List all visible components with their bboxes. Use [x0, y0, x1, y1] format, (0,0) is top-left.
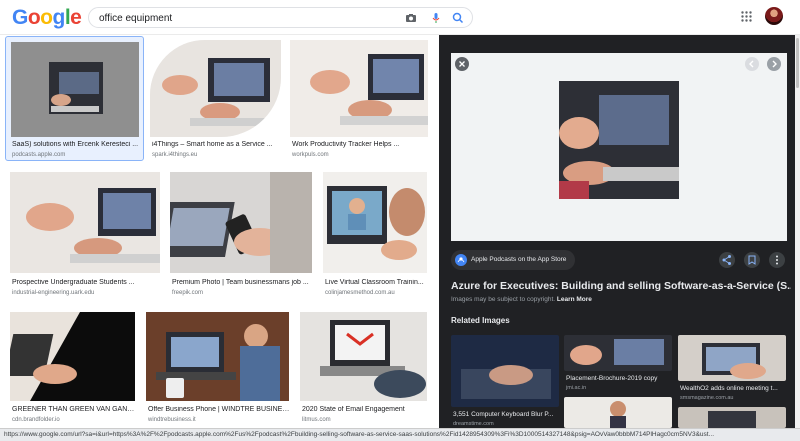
google-logo[interactable]: Google: [12, 6, 82, 30]
related-thumbnail[interactable]: [678, 407, 786, 428]
related-source: jmi.ac.in: [566, 385, 587, 391]
learn-more-link[interactable]: Learn More: [557, 296, 592, 303]
result-thumbnail[interactable]: [10, 312, 135, 401]
status-bar-url: https://www.google.com/url?sa=i&url=http…: [0, 428, 800, 441]
result-caption[interactable]: Live Virtual Classroom Trainin...: [325, 279, 427, 286]
image-preview-panel: Apple Podcasts on the App Store Azure fo…: [439, 35, 795, 428]
close-icon: [459, 61, 465, 67]
save-button[interactable]: [744, 252, 760, 268]
result-tile[interactable]: i4Things – Smart home as a Service ... s…: [150, 36, 282, 161]
share-icon: [722, 255, 731, 265]
copyright-text: Images may be subject to copyright.: [451, 296, 556, 303]
result-thumbnail[interactable]: [150, 40, 281, 137]
result-thumbnail[interactable]: [170, 172, 312, 273]
result-source: windtrebusiness.it: [148, 417, 196, 423]
result-source: workpuls.com: [292, 152, 329, 158]
result-thumbnail[interactable]: [10, 172, 160, 273]
bookmark-icon: [748, 255, 756, 265]
preview-image[interactable]: [559, 81, 679, 199]
related-caption[interactable]: Placement-Brochure-2019 copy: [566, 375, 672, 382]
related-thumbnail[interactable]: [678, 335, 786, 381]
copyright-note: Images may be subject to copyright. Lear…: [451, 296, 592, 303]
result-caption[interactable]: Premium Photo | Team businessmans job ..…: [172, 279, 312, 286]
result-tile[interactable]: 2020 State of Email Engagement litmus.co…: [300, 312, 430, 428]
related-thumbnail[interactable]: [564, 335, 672, 371]
related-image-tile[interactable]: WealthO2 adds online meeting t... smsmag…: [678, 335, 786, 428]
related-thumbnail[interactable]: [564, 397, 672, 428]
result-tile[interactable]: Offer Business Phone | WINDTRE BUSINESS …: [146, 312, 291, 428]
chevron-left-icon: [749, 60, 754, 68]
more-options-button[interactable]: [769, 252, 785, 268]
close-button[interactable]: [455, 57, 469, 71]
search-input[interactable]: [99, 10, 389, 26]
result-thumbnail[interactable]: [300, 312, 427, 401]
related-source: dreamstime.com: [453, 421, 494, 427]
result-caption[interactable]: 2020 State of Email Engagement: [302, 406, 428, 413]
previous-image-button[interactable]: [745, 57, 759, 71]
result-thumbnail[interactable]: [323, 172, 427, 273]
page-scrollbar[interactable]: [795, 35, 800, 428]
related-images-heading: Related Images: [451, 316, 510, 325]
result-thumbnail[interactable]: [146, 312, 289, 401]
podcast-icon: [455, 254, 467, 266]
more-vert-icon: [776, 255, 778, 265]
result-caption[interactable]: Work Productivity Tracker Helps ...: [292, 141, 426, 148]
result-source: colinjamesmethod.com.au: [325, 290, 395, 296]
scrollbar-thumb[interactable]: [796, 38, 799, 88]
result-source: podcasts.apple.com: [12, 152, 66, 158]
result-source: freepik.com: [172, 290, 204, 296]
search-icon[interactable]: [451, 11, 465, 25]
result-caption[interactable]: SaaS) solutions with Ercenk Keresteci ..…: [12, 141, 140, 148]
source-pill[interactable]: Apple Podcasts on the App Store: [451, 250, 575, 270]
related-caption[interactable]: 3,551 Computer Keyboard Blur P...: [453, 411, 559, 418]
result-caption[interactable]: Prospective Undergraduate Students ...: [12, 279, 158, 286]
result-tile[interactable]: Live Virtual Classroom Trainin... colinj…: [323, 172, 430, 302]
camera-icon[interactable]: [404, 11, 418, 25]
related-source: smsmagazine.com.au: [680, 395, 734, 401]
related-image-tile[interactable]: Placement-Brochure-2019 copy jmi.ac.in: [564, 335, 672, 428]
image-results-grid: SaaS) solutions with Ercenk Keresteci ..…: [0, 35, 436, 428]
related-image-tile[interactable]: 3,551 Computer Keyboard Blur P... dreams…: [451, 335, 559, 428]
chevron-right-icon: [772, 60, 777, 68]
top-bar: Google: [0, 0, 800, 34]
result-tile[interactable]: GREENER THAN GREEN VAN GANSE... cdn.bran…: [10, 312, 140, 428]
search-box: [88, 7, 473, 28]
result-thumbnail[interactable]: [290, 40, 428, 137]
account-avatar[interactable]: [765, 7, 783, 25]
related-caption[interactable]: WealthO2 adds online meeting t...: [680, 385, 786, 392]
result-tile[interactable]: Work Productivity Tracker Helps ... work…: [290, 36, 428, 161]
result-source: industrial-engineering.uark.edu: [12, 290, 95, 296]
related-thumbnail[interactable]: [451, 335, 559, 407]
share-button[interactable]: [719, 252, 735, 268]
result-thumbnail[interactable]: [11, 42, 139, 137]
result-caption[interactable]: GREENER THAN GREEN VAN GANSE...: [12, 406, 136, 413]
result-source: spark.i4things.eu: [152, 152, 198, 158]
result-tile[interactable]: SaaS) solutions with Ercenk Keresteci ..…: [5, 36, 144, 161]
next-image-button[interactable]: [767, 57, 781, 71]
source-pill-label: Apple Podcasts on the App Store: [471, 256, 567, 263]
result-tile[interactable]: Prospective Undergraduate Students ... i…: [10, 172, 160, 302]
result-tile[interactable]: Premium Photo | Team businessmans job ..…: [170, 172, 313, 302]
preview-frame: [451, 53, 787, 241]
result-caption[interactable]: i4Things – Smart home as a Service ...: [152, 141, 280, 148]
result-caption[interactable]: Offer Business Phone | WINDTRE BUSINESS: [148, 406, 290, 413]
preview-title[interactable]: Azure for Executives: Building and selli…: [451, 280, 791, 292]
result-source: cdn.brandfolder.io: [12, 417, 60, 423]
apps-grid-icon[interactable]: [741, 11, 752, 22]
microphone-icon[interactable]: [429, 11, 443, 25]
result-source: litmus.com: [302, 417, 331, 423]
